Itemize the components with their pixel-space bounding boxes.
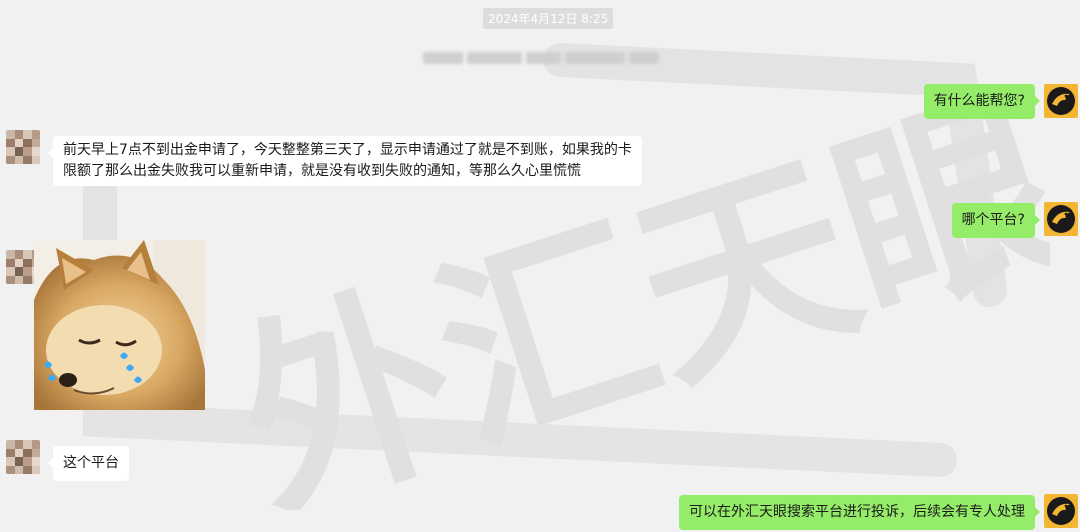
eagle-logo-icon: [1047, 497, 1075, 525]
agent-avatar[interactable]: [1044, 202, 1078, 236]
customer-avatar[interactable]: [6, 440, 40, 474]
message-bubble-incoming[interactable]: 前天早上7点不到出金申请了，今天整整第三天了，显示申请通过了就是不到账，如果我的…: [48, 136, 642, 186]
message-text: 哪个平台?: [961, 212, 1025, 228]
message-text: 这个平台: [63, 455, 119, 471]
crying-dog-sticker[interactable]: [34, 240, 205, 410]
eagle-logo-icon: [1047, 205, 1075, 233]
message-text: 可以在外汇天眼搜索平台进行投诉，后续会有专人处理: [689, 504, 1025, 520]
message-bubble-outgoing[interactable]: 有什么能帮您?: [923, 84, 1041, 119]
watermark-text: 外汇天眼: [209, 58, 1050, 510]
customer-avatar[interactable]: [6, 130, 40, 164]
message-text-line: 限额了那么出金失败我可以重新申请，就是没有收到失败的通知，等那么久心里慌慌: [63, 163, 581, 179]
message-text: 有什么能帮您?: [933, 93, 1025, 109]
message-bubble-incoming[interactable]: 这个平台: [48, 446, 129, 481]
message-bubble-outgoing[interactable]: 可以在外汇天眼搜索平台进行投诉，后续会有专人处理: [679, 495, 1040, 530]
message-bubble-outgoing[interactable]: 哪个平台?: [951, 203, 1041, 238]
agent-avatar[interactable]: [1044, 84, 1078, 118]
message-timestamp: 2024年4月12日 8:25: [483, 8, 614, 29]
eagle-logo-icon: [1047, 87, 1075, 115]
message-text-line: 前天早上7点不到出金申请了，今天整整第三天了，显示申请通过了就是不到账，如果我的…: [63, 142, 632, 158]
agent-avatar[interactable]: [1044, 494, 1078, 528]
blurred-system-notice: [423, 52, 659, 66]
